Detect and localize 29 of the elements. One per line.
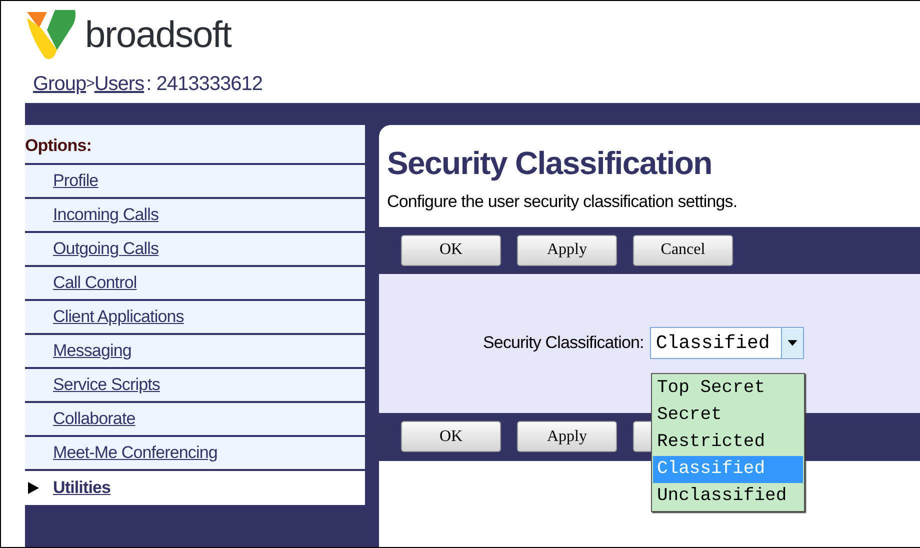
sidebar-link[interactable]: Collaborate: [53, 406, 136, 432]
user-number: : 2413333612: [146, 72, 262, 97]
action-button[interactable]: OK: [401, 234, 501, 266]
dropdown-option[interactable]: Top Secret: [653, 375, 803, 402]
sidebar-link[interactable]: Client Applications: [53, 304, 184, 330]
sidebar-link[interactable]: Call Control: [53, 270, 137, 296]
dropdown-option[interactable]: Restricted: [653, 429, 803, 456]
sidebar-link[interactable]: Profile: [53, 168, 98, 194]
dropdown-option[interactable]: Secret: [653, 402, 803, 429]
logo-text: broadsoft: [85, 16, 231, 52]
sidebar-link[interactable]: Messaging: [53, 338, 132, 364]
classification-dropdown[interactable]: Classified: [650, 327, 804, 359]
sidebar-link[interactable]: Utilities: [53, 475, 111, 501]
dropdown-arrow-icon[interactable]: [780, 328, 803, 358]
dropdown-option[interactable]: Unclassified: [653, 483, 803, 510]
action-button[interactable]: OK: [401, 421, 501, 452]
page-description: Configure the user security classification settings.: [386, 191, 738, 213]
sidebar-link[interactable]: Service Scripts: [53, 372, 160, 398]
sidebar-link[interactable]: Meet-Me Conferencing: [53, 440, 218, 466]
breadcrumb-separator: >: [86, 74, 94, 94]
action-button[interactable]: Cancel: [633, 234, 733, 266]
field-label: Security Classification:: [483, 332, 644, 354]
page-title: Security Classification: [386, 144, 713, 183]
sidebar-link[interactable]: Incoming Calls: [53, 202, 159, 228]
action-button[interactable]: Apply: [517, 234, 617, 266]
sidebar-link[interactable]: Outgoing Calls: [53, 236, 159, 262]
breadcrumb-link[interactable]: Group: [33, 69, 86, 99]
action-button[interactable]: Apply: [517, 421, 617, 452]
breadcrumb-link[interactable]: Users: [94, 69, 144, 99]
